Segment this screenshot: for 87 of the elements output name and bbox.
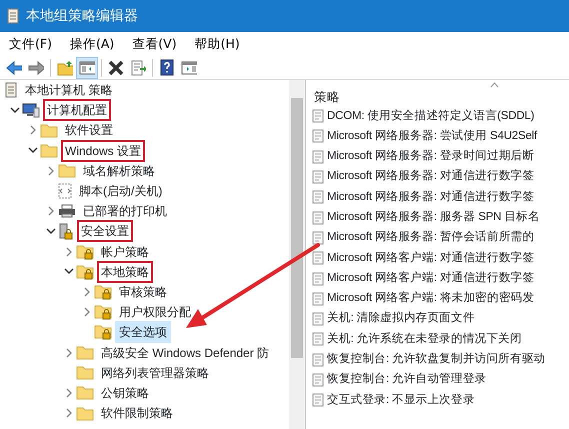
policy-name[interactable]: 关机: 清除虚拟内存页面文件 [327,310,475,328]
tree-item[interactable]: 脚本(启动/关机) [75,180,166,202]
folder-icon [76,345,94,360]
collapse-chevron-icon[interactable] [28,147,38,154]
document-icon [4,82,18,98]
locked-folder-icon [94,324,112,340]
expand-chevron-icon[interactable] [66,388,72,398]
folder-icon [40,122,58,138]
expand-chevron-icon[interactable] [66,408,72,418]
policy-icon [312,312,324,326]
tree-item[interactable]: 本地计算机 策略 [21,80,116,102]
collapse-chevron-icon[interactable] [64,268,74,276]
script-icon [58,183,72,200]
expand-chevron-icon[interactable] [84,307,90,318]
computer-icon [22,102,40,118]
policy-icon [312,332,324,346]
policy-icon [312,292,324,306]
policy-icon [312,393,324,408]
policy-icon [312,190,324,204]
policy-icon [312,150,324,164]
expand-chevron-icon[interactable] [66,246,72,257]
tree-item[interactable]: 软件限制策略 [97,402,177,424]
scrollbar[interactable] [289,80,305,429]
locked-folder-icon [94,304,112,320]
policy-icon [312,373,324,387]
tree-item[interactable]: 域名解析策略 [79,160,159,182]
policy-icon [312,170,324,184]
tree-item[interactable]: 安全设置 [77,220,133,242]
policy-name[interactable]: Microsoft 网络服务器: 对通信进行数字签 [327,168,534,186]
expand-chevron-icon[interactable] [84,286,90,297]
folder-icon [40,143,58,158]
expand-chevron-icon[interactable] [66,348,72,358]
window-title: 本地组策略编辑器 [26,6,138,26]
expand-chevron-icon[interactable] [48,166,54,176]
menu-item[interactable]: 帮助(H) [186,34,249,54]
collapse-chevron-icon[interactable] [10,106,20,114]
tree-item[interactable]: 网络列表管理器策略 [97,362,213,384]
tree-item[interactable]: 计算机配置 [43,99,111,122]
menu-item[interactable]: 文件(F) [0,34,61,54]
policy-name[interactable]: DCOM: 使用安全描述符定义语言(SDDL) [327,108,534,125]
tree-item[interactable]: 审核策略 [115,280,171,303]
policy-name[interactable]: Microsoft 网络服务器: 暂停会话前所需的 [327,229,534,247]
policy-name[interactable]: Microsoft 网络服务器: 尝试使用 S4U2Self [327,128,538,146]
folder-icon [76,365,94,380]
menu-item[interactable]: 查看(V) [123,34,186,54]
collapse-chevron-icon[interactable] [46,228,56,235]
tree-item[interactable]: 高级安全 Windows Defender 防 [97,342,274,364]
app-icon [6,6,20,26]
policy-name[interactable]: Microsoft 网络客户端: 对通信进行数字签 [327,270,534,288]
policy-icon [312,109,324,124]
folder-icon [58,163,76,178]
show-pane-button[interactable] [76,56,98,78]
policy-name[interactable]: 恢复控制台: 允许自动管理登录 [327,371,486,389]
policy-name[interactable]: Microsoft 网络服务器: 登录时间过期后断 [327,148,534,166]
printer-icon [58,204,76,218]
server-lock-icon [58,222,74,240]
policy-name[interactable]: 关机: 允许系统在未登录的情况下关闭 [327,330,522,348]
policy-name[interactable]: 恢复控制台: 允许软盘复制并访问所有驱动 [327,351,546,368]
policy-name[interactable]: Microsoft 网络客户端: 对通信进行数字签 [327,250,534,267]
sort-caret-icon [490,82,499,88]
tree-item[interactable]: 公钥策略 [97,382,153,404]
policy-name[interactable]: 交互式登录: 不显示上次登录 [327,392,475,409]
folder-icon [76,385,94,400]
locked-folder-icon [76,264,94,280]
folder-icon [76,406,94,421]
policy-icon [312,129,324,144]
locked-folder-icon [76,244,94,260]
policy-name[interactable]: Microsoft 网络服务器: 对通信进行数字签 [327,188,534,206]
policy-icon [312,210,324,225]
tree-item[interactable]: 帐户策略 [97,240,153,263]
column-header[interactable]: 策略 [314,88,340,106]
tree-item[interactable]: 已部署的打印机 [79,200,171,222]
tree-item[interactable]: 软件设置 [61,119,117,142]
policy-icon [312,230,324,245]
policy-name[interactable]: Microsoft 网络客户端: 将未加密的密码发 [327,290,534,308]
tree-item[interactable]: 安全选项 [115,321,171,344]
policy-icon [312,251,324,266]
tree-item[interactable]: Windows 设置 [61,140,146,162]
policy-name[interactable]: Microsoft 网络服务器: 服务器 SPN 目标名 [327,209,540,226]
menu-item[interactable]: 操作(A) [60,34,124,54]
tree-item[interactable]: 用户权限分配 [115,301,195,324]
tree-item[interactable]: 本地策略 [97,260,153,283]
policy-icon [312,272,324,286]
expand-chevron-icon[interactable] [30,125,36,136]
expand-chevron-icon[interactable] [48,206,54,216]
policy-icon [312,352,324,367]
locked-folder-icon [94,284,112,300]
